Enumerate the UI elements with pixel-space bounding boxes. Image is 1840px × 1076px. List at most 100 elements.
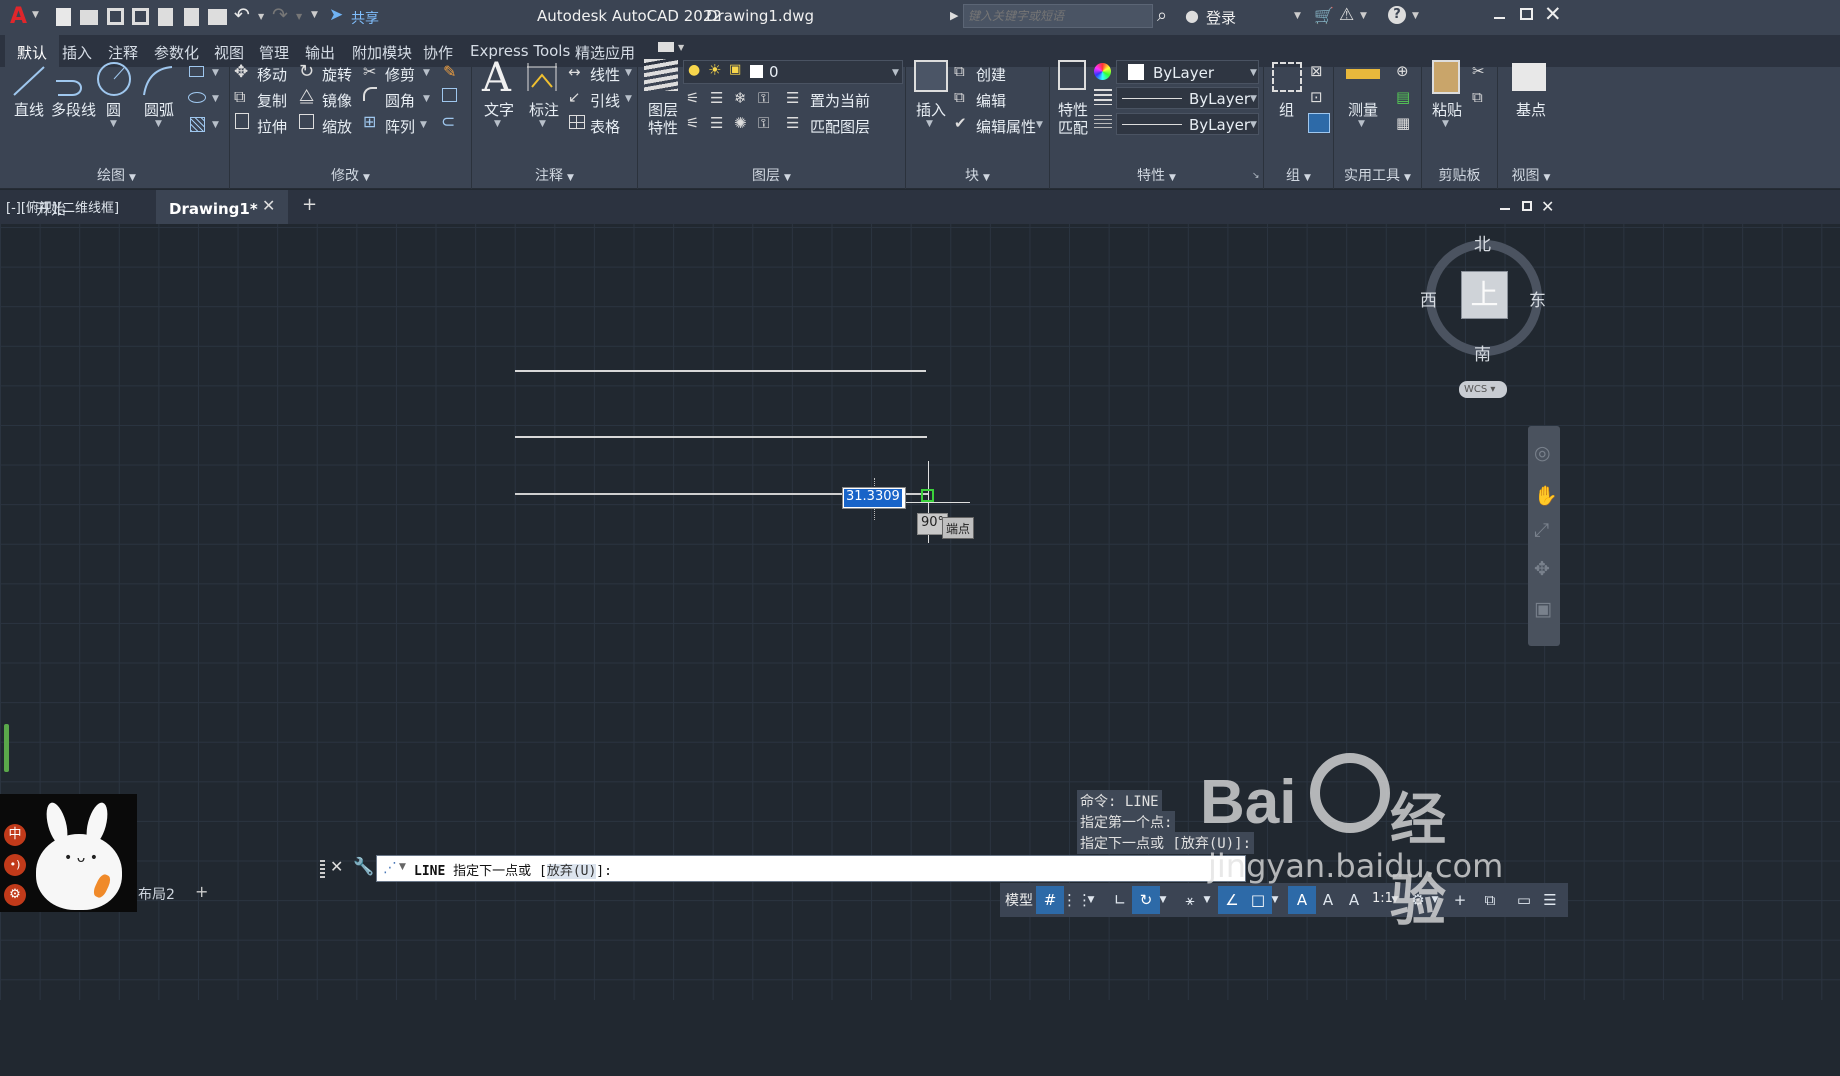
match-layer-button[interactable]: 匹配图层: [810, 116, 870, 137]
chevron-down-icon[interactable]: ▼: [1268, 886, 1282, 914]
move-icon[interactable]: ✥: [234, 62, 248, 82]
linear-button[interactable]: 线性: [590, 64, 620, 85]
copy-button[interactable]: 复制: [257, 90, 287, 111]
line-icon[interactable]: [10, 61, 50, 101]
ime-settings-icon[interactable]: ⚙: [4, 884, 26, 906]
tab-featured-apps[interactable]: 精选应用: [575, 42, 635, 63]
search-input[interactable]: [963, 4, 1153, 28]
chevron-down-icon[interactable]: ▼: [32, 10, 39, 20]
utilities-panel-title[interactable]: 实用工具 ▼: [1334, 165, 1421, 187]
close-tab-icon[interactable]: ✕: [262, 196, 275, 215]
layout-tab-2[interactable]: 布局2: [138, 884, 175, 904]
insert-block-icon[interactable]: [914, 60, 948, 92]
layer-off-icon[interactable]: ⚟: [686, 89, 699, 107]
trim-icon[interactable]: ✂: [363, 62, 376, 81]
chevron-down-icon[interactable]: ▼: [423, 68, 430, 78]
wcs-menu[interactable]: WCS ▾: [1459, 381, 1507, 398]
layer-on-icon[interactable]: ⚟: [686, 114, 699, 132]
drawn-line[interactable]: [515, 370, 926, 372]
array-icon[interactable]: ⊞: [363, 112, 376, 131]
insert-button[interactable]: 插入: [916, 99, 946, 120]
share-button[interactable]: 共享: [351, 8, 379, 28]
chevron-down-icon[interactable]: ▼: [423, 94, 430, 104]
print-icon[interactable]: [208, 9, 227, 25]
viewport-minimize-icon[interactable]: [1500, 208, 1510, 210]
properties-panel-title[interactable]: 特性 ▼: [1050, 165, 1263, 187]
chevron-down-icon[interactable]: ▼: [110, 119, 117, 129]
chevron-down-icon[interactable]: ▼: [258, 12, 264, 21]
scroll-indicator[interactable]: [4, 724, 9, 772]
table-button[interactable]: 表格: [590, 116, 620, 137]
chevron-down-icon[interactable]: ▼: [494, 119, 501, 129]
clipboard-panel-title[interactable]: 剪贴板: [1422, 165, 1497, 187]
layer-isolate-icon[interactable]: ☰: [710, 89, 723, 107]
panel-launcher-icon[interactable]: ↘: [1252, 171, 1260, 181]
layer-freeze-icon[interactable]: ❄: [734, 89, 747, 107]
match-properties-icon[interactable]: [1058, 60, 1086, 90]
copy-icon[interactable]: ⧉: [234, 87, 245, 107]
tab-parametric[interactable]: 参数化: [154, 42, 199, 63]
annotation-scale-icon[interactable]: A: [1340, 886, 1368, 914]
add-layout-button[interactable]: +: [195, 882, 208, 901]
maximize-icon[interactable]: [1520, 8, 1533, 20]
search-icon[interactable]: ⌕: [1157, 5, 1167, 26]
rotate-button[interactable]: 旋转: [322, 64, 352, 85]
pan-icon[interactable]: ✋: [1534, 484, 1558, 507]
mirror-button[interactable]: 镜像: [322, 90, 352, 111]
make-current-button[interactable]: 置为当前: [810, 90, 870, 111]
chevron-down-icon[interactable]: ▼: [539, 119, 546, 129]
chevron-down-icon[interactable]: ▼: [296, 12, 302, 21]
layer-thaw-icon[interactable]: ✺: [734, 114, 747, 132]
tab-collaborate[interactable]: 协作: [423, 42, 453, 63]
chevron-down-icon[interactable]: ▼: [1442, 119, 1449, 129]
chevron-down-icon[interactable]: ▼: [678, 43, 684, 52]
group-button[interactable]: 组: [1279, 99, 1294, 120]
scale-button[interactable]: 缩放: [322, 116, 352, 137]
polyline-button[interactable]: 多段线: [51, 99, 96, 120]
arrow-right-icon[interactable]: ▶: [950, 9, 958, 22]
user-icon[interactable]: ●: [1185, 6, 1199, 25]
chevron-down-icon[interactable]: ▼: [1084, 886, 1098, 914]
paste-button[interactable]: 粘贴: [1432, 99, 1462, 120]
text-icon[interactable]: A: [482, 55, 511, 101]
leader-icon[interactable]: ↙: [568, 88, 581, 106]
chevron-down-icon[interactable]: ▼: [1250, 68, 1257, 78]
showmotion-icon[interactable]: ▣: [1534, 598, 1552, 620]
login-button[interactable]: 登录: [1206, 7, 1236, 28]
group-select-icon[interactable]: [1308, 113, 1330, 133]
chevron-down-icon[interactable]: ▼: [625, 94, 632, 104]
make-current-icon[interactable]: ☰: [786, 89, 799, 107]
redo-icon[interactable]: ↷: [272, 4, 288, 26]
erase-icon[interactable]: ✎: [443, 62, 456, 81]
base-view-icon[interactable]: [1512, 63, 1546, 91]
chevron-down-icon[interactable]: ▼: [1250, 94, 1257, 104]
chevron-down-icon[interactable]: ▼: [1200, 886, 1214, 914]
tab-view[interactable]: 视图: [214, 42, 244, 63]
linetype-icon[interactable]: [1094, 115, 1112, 129]
chevron-down-icon[interactable]: ▼: [155, 119, 162, 129]
group-edit-icon[interactable]: ⊡: [1310, 88, 1323, 106]
groups-panel-title[interactable]: 组 ▼: [1264, 165, 1333, 187]
block-panel-title[interactable]: 块 ▼: [906, 165, 1049, 187]
annotation-visibility-icon[interactable]: A: [1288, 886, 1316, 914]
polyline-icon[interactable]: [52, 61, 92, 101]
chevron-down-icon[interactable]: ▼: [625, 68, 632, 78]
compass-east[interactable]: 东: [1529, 286, 1546, 311]
save-as-icon[interactable]: [132, 8, 149, 25]
dimension-icon[interactable]: [524, 61, 560, 97]
customize-menu-icon[interactable]: ☰: [1536, 886, 1564, 914]
leader-button[interactable]: 引线: [590, 90, 620, 111]
ellipse-icon[interactable]: [188, 92, 206, 103]
cut-icon[interactable]: ✂: [1472, 62, 1485, 80]
modify-panel-title[interactable]: 修改 ▼: [230, 165, 471, 187]
close-icon[interactable]: ✕: [1544, 2, 1562, 26]
open-folder-icon[interactable]: [80, 10, 98, 25]
create-block-icon[interactable]: ⧉: [954, 62, 965, 80]
chevron-down-icon[interactable]: ▼: [212, 68, 219, 78]
cart-icon[interactable]: 🛒: [1314, 6, 1334, 25]
arc-button[interactable]: 圆弧: [144, 99, 174, 120]
text-button[interactable]: 文字: [484, 99, 514, 120]
line-button[interactable]: 直线: [14, 99, 44, 120]
calculator-icon[interactable]: ▦: [1396, 114, 1410, 132]
share-icon[interactable]: ➤: [329, 5, 343, 25]
